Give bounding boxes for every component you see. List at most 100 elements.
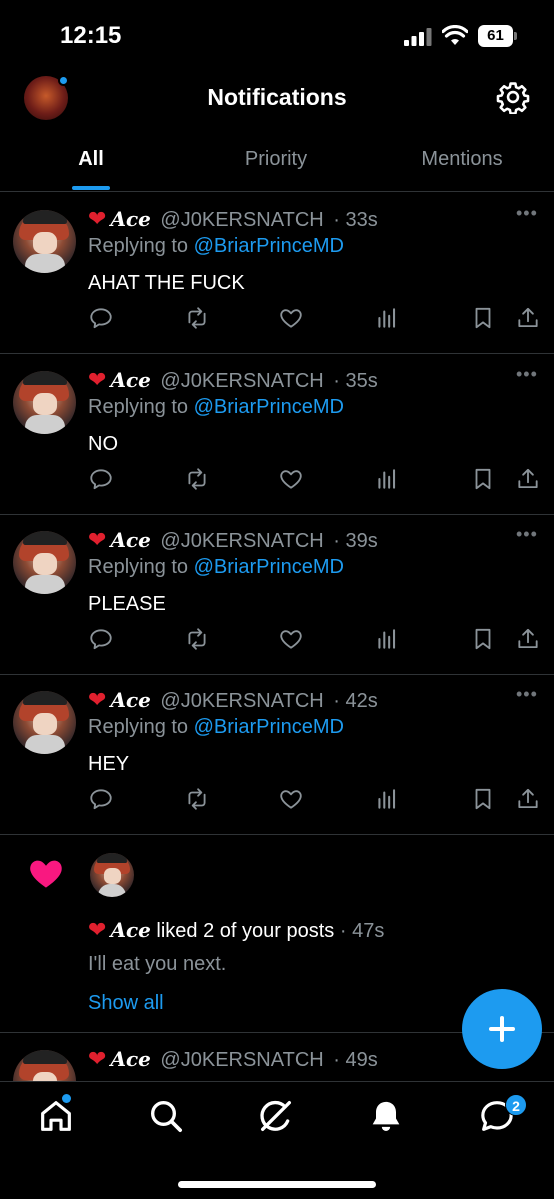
like-icon[interactable]	[278, 305, 304, 331]
bookmark-icon[interactable]	[470, 626, 496, 652]
repost-icon[interactable]	[184, 626, 210, 652]
like-summary: ❤ Ace liked 2 of your posts · 47s	[88, 917, 384, 943]
more-options-icon[interactable]: •••	[516, 524, 538, 545]
home-icon[interactable]	[36, 1096, 76, 1136]
reply-icon[interactable]	[88, 786, 114, 812]
post-time: · 42s	[333, 690, 378, 712]
reply-icon[interactable]	[88, 626, 114, 652]
liker-avatar[interactable]	[90, 853, 134, 897]
post-text: AHAT THE FUCK	[88, 272, 245, 294]
more-options-icon[interactable]: •••	[516, 203, 538, 224]
like-icon[interactable]	[278, 626, 304, 652]
bookmark-icon[interactable]	[470, 786, 496, 812]
repost-icon[interactable]	[184, 305, 210, 331]
status-time: 12:15	[60, 22, 122, 49]
red-heart-emoji: ❤	[88, 367, 107, 392]
display-name[interactable]: Ace	[110, 688, 150, 712]
bell-icon[interactable]	[366, 1096, 406, 1136]
notification-feed: ❤ Ace @J0KERSNATCH · 33s ••• Replying to …	[0, 193, 554, 1081]
show-all-link[interactable]: Show all	[88, 992, 164, 1015]
replying-to: Replying to @BriarPrinceMD	[88, 235, 344, 257]
post-text: HEY	[88, 753, 130, 775]
views-icon[interactable]	[374, 466, 400, 492]
views-icon[interactable]	[374, 626, 400, 652]
like-icon[interactable]	[278, 786, 304, 812]
tab-mentions[interactable]: Mentions	[404, 148, 520, 171]
search-icon[interactable]	[146, 1096, 186, 1136]
replying-to: Replying to @BriarPrinceMD	[88, 396, 344, 418]
repost-icon[interactable]	[184, 786, 210, 812]
share-icon[interactable]	[515, 305, 541, 331]
like-icon[interactable]	[278, 466, 304, 492]
red-heart-emoji: ❤	[88, 687, 107, 712]
tab-all[interactable]: All	[74, 148, 108, 171]
post-actions	[0, 626, 554, 656]
messages-badge: 2	[505, 1094, 527, 1116]
share-icon[interactable]	[515, 786, 541, 812]
battery-level: 61	[487, 27, 504, 44]
reply-post[interactable]: ❤ Ace @J0KERSNATCH · 35s ••• Replying to …	[0, 354, 554, 515]
display-name[interactable]: Ace	[110, 1047, 150, 1071]
post-header: ❤ Ace @J0KERSNATCH · 49s	[88, 1046, 378, 1072]
reply-handle-link[interactable]: @BriarPrinceMD	[194, 396, 344, 418]
home-unread-dot	[62, 1094, 71, 1103]
signal-icon	[404, 28, 432, 46]
heart-icon	[30, 860, 62, 888]
post-time: · 35s	[333, 370, 378, 392]
post-header: ❤ Ace @J0KERSNATCH · 33s	[88, 206, 378, 232]
notification-tabs: All Priority Mentions	[0, 128, 554, 192]
header: Notifications	[0, 70, 554, 128]
reply-handle-link[interactable]: @BriarPrinceMD	[194, 716, 344, 738]
share-icon[interactable]	[515, 626, 541, 652]
bookmark-icon[interactable]	[470, 305, 496, 331]
avatar[interactable]	[13, 1050, 76, 1081]
wifi-icon	[442, 25, 468, 45]
views-icon[interactable]	[374, 305, 400, 331]
reply-handle-link[interactable]: @BriarPrinceMD	[194, 235, 344, 257]
reply-handle-link[interactable]: @BriarPrinceMD	[194, 556, 344, 578]
reply-post[interactable]: ❤ Ace @J0KERSNATCH · 42s ••• Replying to …	[0, 674, 554, 835]
display-name[interactable]: Ace	[110, 918, 150, 942]
views-icon[interactable]	[374, 786, 400, 812]
user-handle: @J0KERSNATCH	[160, 209, 324, 231]
more-options-icon[interactable]: •••	[516, 684, 538, 705]
avatar[interactable]	[13, 210, 76, 273]
reply-post[interactable]: ❤ Ace @J0KERSNATCH · 39s ••• Replying to …	[0, 514, 554, 675]
avatar[interactable]	[13, 531, 76, 594]
battery-icon: 61	[478, 25, 518, 47]
post-actions	[0, 466, 554, 496]
bottom-nav: 2	[0, 1081, 554, 1199]
more-options-icon[interactable]: •••	[516, 364, 538, 385]
user-handle: @J0KERSNATCH	[160, 530, 324, 552]
red-heart-emoji: ❤	[88, 1046, 107, 1071]
display-name[interactable]: Ace	[110, 528, 150, 552]
avatar[interactable]	[13, 371, 76, 434]
repost-icon[interactable]	[184, 466, 210, 492]
post-time: · 33s	[333, 209, 378, 231]
post-header: ❤ Ace @J0KERSNATCH · 35s	[88, 367, 378, 393]
post-header: ❤ Ace @J0KERSNATCH · 42s	[88, 687, 378, 713]
compose-button[interactable]	[462, 989, 542, 1069]
reply-icon[interactable]	[88, 466, 114, 492]
display-name[interactable]: Ace	[110, 368, 150, 392]
reply-post[interactable]: ❤ Ace @J0KERSNATCH · 33s ••• Replying to …	[0, 193, 554, 354]
user-handle: @J0KERSNATCH	[160, 370, 324, 392]
post-actions	[0, 305, 554, 335]
replying-to: Replying to @BriarPrinceMD	[88, 716, 344, 738]
gear-icon[interactable]	[496, 80, 530, 114]
post-header: ❤ Ace @J0KERSNATCH · 39s	[88, 527, 378, 553]
grok-icon[interactable]	[256, 1096, 296, 1136]
liked-post-preview: I'll eat you next.	[88, 953, 227, 975]
avatar[interactable]	[13, 691, 76, 754]
display-name[interactable]: Ace	[110, 207, 150, 231]
bookmark-icon[interactable]	[470, 466, 496, 492]
share-icon[interactable]	[515, 466, 541, 492]
post-time: · 49s	[333, 1049, 378, 1071]
like-time: · 47s	[339, 920, 385, 942]
red-heart-emoji: ❤	[88, 917, 107, 942]
tab-priority[interactable]: Priority	[226, 148, 326, 171]
post-time: · 39s	[333, 530, 378, 552]
replying-to: Replying to @BriarPrinceMD	[88, 556, 344, 578]
post-actions	[0, 786, 554, 816]
reply-icon[interactable]	[88, 305, 114, 331]
